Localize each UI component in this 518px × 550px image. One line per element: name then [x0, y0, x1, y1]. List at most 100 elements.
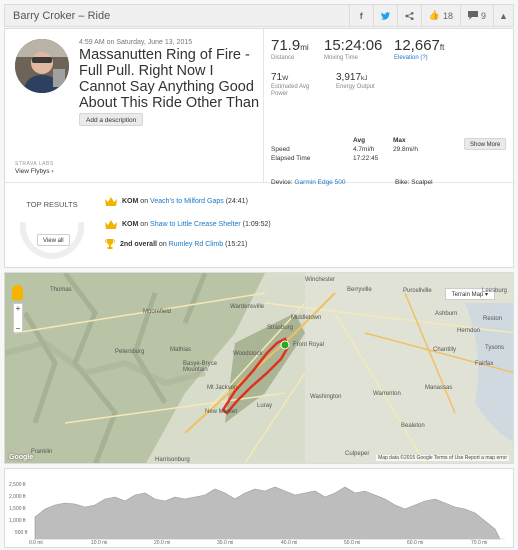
twitter-share-button[interactable] [372, 5, 397, 26]
elapsed-value: 17:22:45 [353, 155, 379, 162]
stats-col-avg: Avg [353, 137, 366, 144]
power-value: 71 [271, 72, 283, 83]
avatar-image [15, 39, 69, 93]
stats-table-header: Avg Max [271, 137, 441, 146]
avatar[interactable] [15, 39, 69, 93]
x-tick: 0.0 mi [29, 540, 43, 546]
y-tick: 1,500 ft [9, 506, 26, 512]
stat-power: 71W Estimated Avg Power [271, 72, 327, 98]
achievement-kind: 2nd overall [120, 240, 157, 248]
elevation-area [34, 486, 501, 540]
zoom-control[interactable]: + − [13, 303, 23, 333]
top-results-title: TOP RESULTS [26, 200, 78, 209]
map-place-label: Bealeton [401, 423, 425, 429]
segment-link[interactable]: Rumley Rd Climb [169, 241, 223, 248]
elevation-profile[interactable]: 2,500 ft 2,000 ft 1,500 ft 1,000 ft 500 … [4, 468, 514, 548]
stats-row-speed: Speed 4.7mi/h 29.8mi/h [271, 146, 441, 155]
street-view-pegman[interactable] [12, 285, 23, 300]
map-place-label: Leesburg [482, 288, 508, 294]
comment-icon [467, 11, 478, 20]
map-place-label: Harrisonburg [155, 457, 190, 463]
y-tick: 2,000 ft [9, 494, 26, 500]
comment-count: 9 [480, 10, 486, 21]
facebook-icon: f [359, 10, 363, 21]
kudos-count: 18 [442, 10, 453, 21]
achievement-kind: KOM [122, 221, 139, 228]
add-description-button[interactable]: Add a description [79, 113, 144, 126]
map-place-label: Ashburn [435, 311, 458, 317]
map-place-label: Winchester [305, 277, 336, 283]
y-tick: 1,000 ft [9, 518, 26, 524]
distance-label: Distance [271, 55, 295, 61]
map-place-label: New Market [205, 409, 238, 415]
speed-max: 29.8mi/h [393, 146, 418, 153]
stat-distance: 71.9mi Distance [271, 37, 309, 61]
power-unit: W [282, 75, 289, 82]
map-place-label: Petersburg [115, 349, 145, 355]
map-place-label: Luray [257, 403, 273, 409]
elevation-unit: ft [439, 43, 445, 52]
strava-labs-label: STRAVA LABS [15, 161, 54, 167]
zoom-out-icon[interactable]: − [14, 324, 22, 334]
header-actions: f 👍 18 9 ▲ [348, 5, 513, 26]
view-flybys-link[interactable]: View Flybys › [15, 168, 54, 175]
map-place-label: Basye-Bryce Mountain [183, 361, 218, 373]
show-more-button[interactable]: Show More [464, 138, 507, 150]
device-link[interactable]: Garmin Edge 500 [295, 179, 346, 186]
achievement-kind: KOM [122, 198, 139, 205]
map-place-label: Tysons [485, 345, 505, 351]
stat-moving-time: 15:24:06 Moving Time [324, 37, 382, 61]
energy-label: Energy Output [336, 84, 375, 90]
segment-link[interactable]: Veach's to Milford Gaps [150, 198, 224, 205]
zoom-in-icon[interactable]: + [14, 304, 22, 314]
x-tick: 40.0 mi [281, 540, 298, 546]
collapse-button[interactable]: ▲ [493, 5, 513, 26]
elevation-value: 12,667 [394, 37, 440, 54]
bike-value: Scalpel [411, 179, 433, 186]
map-place-label: Middletown [291, 315, 322, 321]
x-tick: 70.0 mi [471, 540, 488, 546]
map-place-label: Purcellville [403, 288, 432, 294]
moving-time-value: 15:24:06 [324, 37, 383, 54]
map-place-label: Fairfax [475, 361, 494, 367]
y-tick: 500 ft [15, 530, 28, 536]
route-map[interactable]: + − Terrain Map ▾ Google Map data ©2015 … [4, 272, 514, 464]
map-attribution[interactable]: Map data ©2015 Google Terms of Use Repor… [376, 455, 509, 461]
map-place-label: Moorefield [143, 309, 172, 315]
map-place-label: Mt Jackson [207, 385, 238, 391]
share-icon [405, 11, 414, 20]
map-canvas [5, 273, 513, 463]
map-place-label: Front Royal [293, 342, 325, 348]
kudos-button[interactable]: 👍 18 [420, 5, 460, 26]
segment-link[interactable]: Shaw to Little Crease Shelter [150, 221, 241, 228]
comments-button[interactable]: 9 [459, 5, 493, 26]
activity-header-title: Barry Croker – Ride [13, 10, 111, 22]
x-tick: 10.0 mi [91, 540, 108, 546]
vertical-divider [263, 29, 264, 182]
energy-unit: kJ [361, 75, 368, 82]
map-place-label: Reston [483, 316, 503, 322]
top-results-badge: TOP RESULTS View all [17, 192, 87, 262]
achievement-row: KOM on Veach's to Milford Gaps (24:41) [105, 197, 248, 206]
view-all-button[interactable]: View all [37, 234, 70, 246]
map-place-label: Culpeper [345, 451, 370, 457]
map-place-label: Woodstock [233, 351, 263, 357]
elevation-help-link[interactable]: Elevation (?) [394, 55, 444, 61]
map-place-label: Strasburg [267, 325, 294, 331]
map-place-label: Mathias [170, 347, 192, 353]
map-place-label: Herndon [457, 328, 481, 334]
facebook-share-button[interactable]: f [348, 5, 373, 26]
stats-col-max: Max [393, 137, 406, 144]
activity-header: Barry Croker – Ride f 👍 18 9 ▲ [4, 4, 514, 27]
section-divider [5, 182, 515, 183]
map-place-label: Manassas [425, 385, 453, 391]
activity-date: 4:59 AM on Saturday, June 13, 2015 [79, 39, 193, 46]
x-tick: 60.0 mi [407, 540, 424, 546]
share-button[interactable] [396, 5, 421, 26]
stats-row-elapsed: Elapsed Time 17:22:45 [271, 155, 441, 164]
map-place-label: Berryville [347, 287, 372, 293]
activity-summary-panel: 4:59 AM on Saturday, June 13, 2015 Massa… [4, 28, 515, 268]
stats-table: Avg Max Speed 4.7mi/h 29.8mi/h Elapsed T… [271, 137, 441, 164]
distance-value: 71.9 [271, 37, 301, 54]
crown-icon [105, 220, 117, 229]
